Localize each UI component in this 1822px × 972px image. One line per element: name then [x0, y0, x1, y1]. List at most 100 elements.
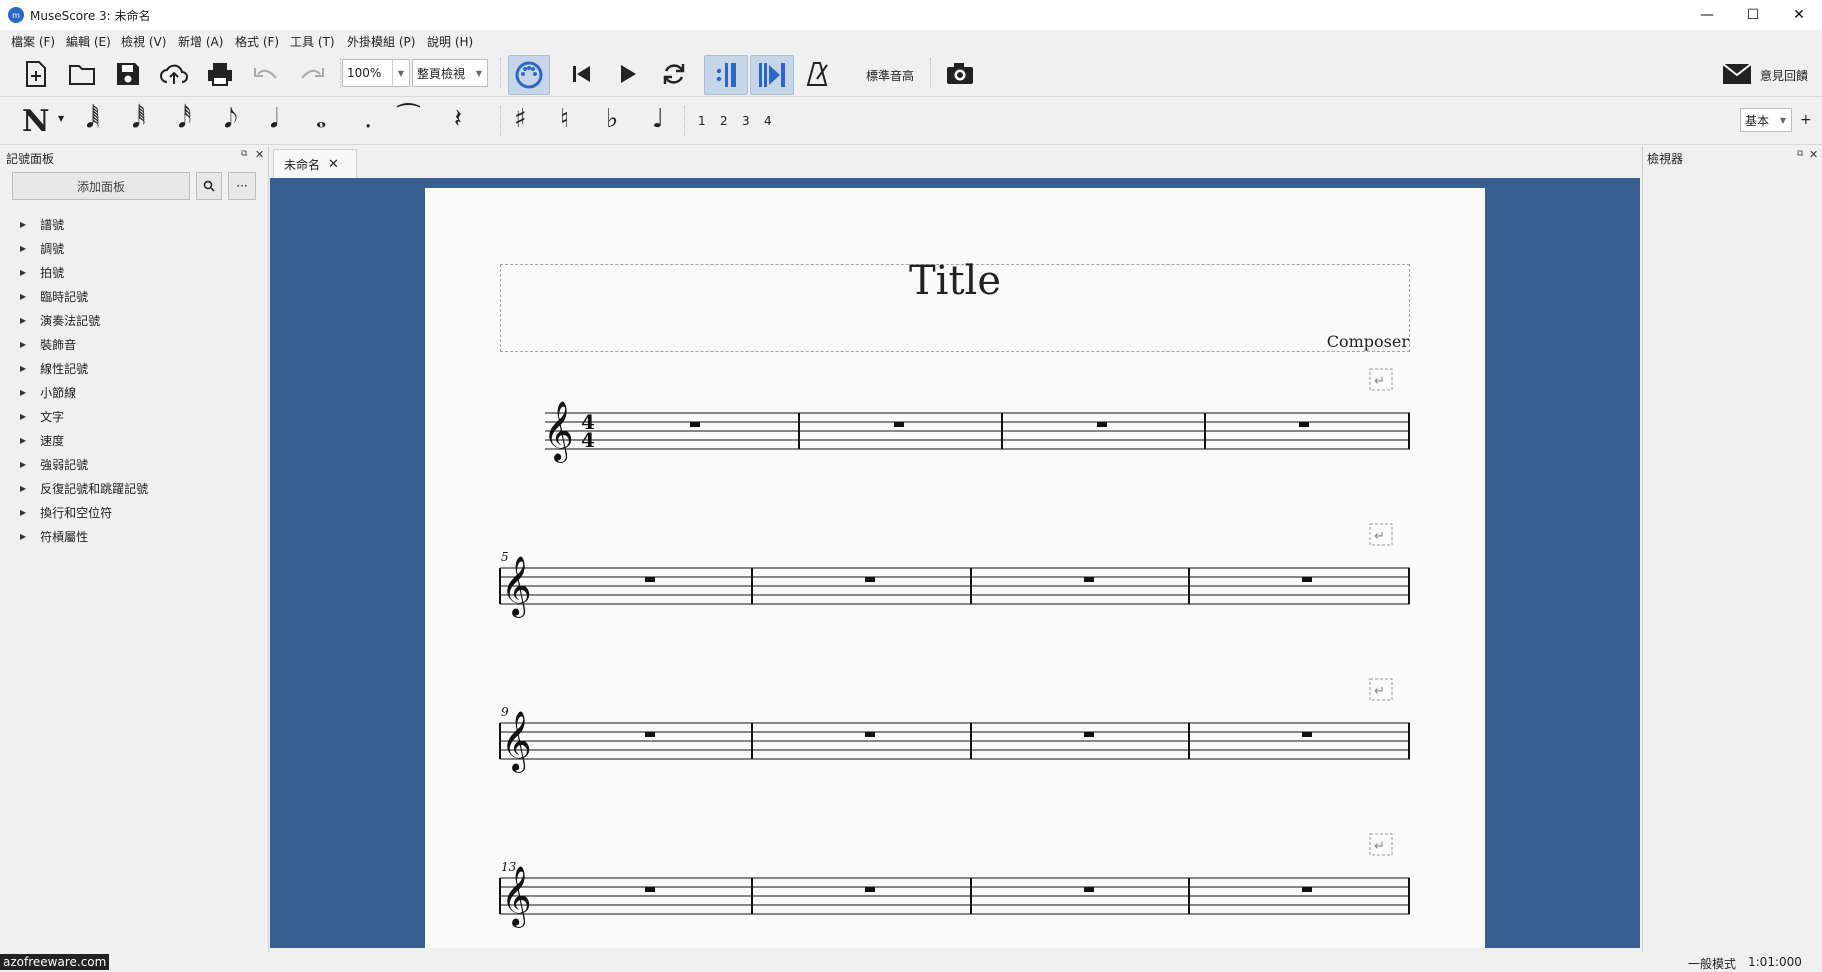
- palette-item[interactable]: ▶ 臨時記號: [20, 286, 88, 306]
- rest-icon[interactable]: 𝄽: [454, 104, 462, 135]
- staff-system-3[interactable]: 9 𝄞 ↵: [499, 678, 1410, 773]
- sharp-icon[interactable]: ♯: [514, 104, 527, 134]
- play-repeats-icon[interactable]: [704, 55, 748, 95]
- status-mode: 一般模式: [1688, 957, 1737, 971]
- score-tab-label: 未命名: [284, 157, 321, 172]
- cloud-upload-icon[interactable]: [156, 56, 192, 92]
- maximize-button[interactable]: ☐: [1730, 0, 1776, 30]
- minimize-button[interactable]: —: [1684, 0, 1730, 30]
- palette-item-label: 文字: [40, 409, 65, 424]
- palette-more-button[interactable]: ···: [228, 172, 256, 200]
- voice-1-button[interactable]: 1: [698, 114, 706, 128]
- play-icon[interactable]: [610, 56, 646, 92]
- whole-note-icon[interactable]: 𝅝: [316, 104, 326, 135]
- print-icon[interactable]: [202, 56, 238, 92]
- quarter-note-icon[interactable]: 𝅘𝅥: [270, 104, 278, 135]
- score-staves: 𝄞 4 4 ↵ 5 𝄞 ↵ 9 𝄞 ↵ 13 𝄞 ↵: [499, 368, 1410, 928]
- redo-icon[interactable]: [294, 56, 330, 92]
- envelope-icon[interactable]: [1722, 63, 1752, 88]
- expand-arrow-icon: ▶: [20, 435, 27, 445]
- loop-icon[interactable]: [656, 56, 692, 92]
- palette-item[interactable]: ▶ 演奏法記號: [20, 310, 100, 330]
- menu-file[interactable]: 檔案 (F): [11, 33, 55, 50]
- camera-icon[interactable]: [942, 56, 978, 92]
- palette-item[interactable]: ▶ 拍號: [20, 262, 64, 282]
- voice-3-button[interactable]: 3: [742, 114, 750, 128]
- natural-icon[interactable]: ♮: [560, 104, 569, 134]
- score-canvas[interactable]: Title Composer 𝄞 4 4 ↵ 5 𝄞 ↵ 9 𝄞 ↵ 13 𝄞 …: [270, 178, 1640, 948]
- open-folder-icon[interactable]: [64, 56, 100, 92]
- menu-add[interactable]: 新增 (A): [178, 33, 223, 50]
- palette-item-label: 臨時記號: [40, 289, 89, 304]
- status-position: 1:01:000: [1748, 955, 1802, 969]
- augmentation-dot-icon[interactable]: .: [364, 104, 372, 134]
- 16th-note-icon[interactable]: 𝅘𝅥𝅰: [178, 104, 191, 135]
- palette-item[interactable]: ▶ 文字: [20, 406, 64, 426]
- close-window-button[interactable]: ✕: [1776, 0, 1822, 30]
- voice-2-button[interactable]: 2: [720, 114, 728, 128]
- 32nd-note-icon[interactable]: 𝅘𝅥𝅱: [132, 104, 146, 135]
- toolbar-separator: [684, 106, 686, 136]
- float-icon[interactable]: ⧉: [241, 149, 247, 159]
- metronome-icon[interactable]: [800, 56, 836, 92]
- menu-help[interactable]: 說明 (H): [427, 33, 473, 50]
- expand-arrow-icon: ▶: [20, 531, 27, 541]
- menu-view[interactable]: 檢視 (V): [121, 33, 166, 50]
- palette-item-label: 換行和空位符: [40, 505, 113, 520]
- palette-item[interactable]: ▶ 速度: [20, 430, 64, 450]
- flat-icon[interactable]: ♭: [606, 104, 618, 134]
- staff-system-2[interactable]: 5 𝄞 ↵: [499, 523, 1410, 618]
- menu-format[interactable]: 格式 (F): [235, 33, 279, 50]
- view-mode-select[interactable]: 整頁檢視 ▼: [412, 59, 488, 87]
- expand-arrow-icon: ▶: [20, 267, 27, 277]
- treble-clef-icon: 𝄞: [543, 401, 574, 463]
- undo-icon[interactable]: [248, 56, 284, 92]
- rewind-icon[interactable]: [564, 56, 600, 92]
- feedback-button[interactable]: 意見回饋: [1760, 67, 1808, 84]
- palette-item-label: 小節線: [40, 385, 77, 400]
- toolbar-separator: [500, 58, 502, 88]
- zoom-select[interactable]: 100% ▼: [342, 59, 410, 87]
- close-icon[interactable]: ✕: [1809, 148, 1818, 161]
- search-icon[interactable]: [196, 172, 222, 200]
- palette-item[interactable]: ▶ 譜號: [20, 214, 64, 234]
- menu-edit[interactable]: 編輯 (E): [66, 33, 111, 50]
- eighth-note-icon[interactable]: 𝅘𝅥𝅮: [224, 104, 238, 135]
- palette-item[interactable]: ▶ 強弱記號: [20, 454, 88, 474]
- menu-plugins[interactable]: 外掛模組 (P): [347, 33, 415, 50]
- staff-system-4[interactable]: 13 𝄞 ↵: [499, 833, 1410, 928]
- menu-tools[interactable]: 工具 (T): [290, 33, 335, 50]
- palette-item[interactable]: ▶ 符槓屬性: [20, 526, 88, 546]
- score-tab-bar: 未命名 ✕: [270, 146, 1640, 178]
- palette-item[interactable]: ▶ 裝飾音: [20, 334, 76, 354]
- staff-system-1[interactable]: 𝄞 4 4 ↵: [543, 368, 1410, 463]
- tie-icon[interactable]: ⁀: [398, 104, 419, 134]
- pan-score-icon[interactable]: [750, 55, 794, 95]
- add-workspace-button[interactable]: +: [1800, 112, 1812, 128]
- voice-4-button[interactable]: 4: [764, 114, 772, 128]
- expand-arrow-icon: ▶: [20, 507, 27, 517]
- palette-panel: 記號面板 ⧉ ✕ 添加面板 ··· ▶ 譜號 ▶ 調號 ▶ 拍號 ▶ 臨時記號 ▶ 演奏法…: [0, 146, 269, 952]
- new-file-icon[interactable]: [18, 56, 54, 92]
- concert-pitch-button[interactable]: 標準音高: [866, 67, 914, 84]
- save-icon[interactable]: [110, 56, 146, 92]
- score-page[interactable]: Title Composer 𝄞 4 4 ↵ 5 𝄞 ↵ 9 𝄞 ↵ 13 𝄞 …: [425, 188, 1485, 948]
- score-tab[interactable]: 未命名 ✕: [273, 149, 357, 178]
- flip-direction-icon[interactable]: ♩: [652, 104, 664, 134]
- workspace-select[interactable]: 基本 ▼: [1740, 108, 1792, 132]
- midi-input-icon[interactable]: [508, 55, 550, 95]
- close-icon[interactable]: ✕: [255, 148, 264, 161]
- palette-item[interactable]: ▶ 換行和空位符: [20, 502, 112, 522]
- 64th-note-icon[interactable]: 𝅘𝅥𝅲: [86, 104, 100, 135]
- add-palette-button[interactable]: 添加面板: [12, 172, 190, 200]
- chevron-down-icon: ▼: [392, 60, 409, 86]
- close-tab-icon[interactable]: ✕: [328, 157, 339, 172]
- palette-item[interactable]: ▶ 反復記號和跳躍記號: [20, 478, 148, 498]
- palette-item[interactable]: ▶ 小節線: [20, 382, 76, 402]
- chevron-down-icon[interactable]: ▼: [58, 114, 64, 123]
- expand-arrow-icon: ▶: [20, 483, 27, 493]
- float-icon[interactable]: ⧉: [1797, 149, 1803, 159]
- palette-item[interactable]: ▶ 線性記號: [20, 358, 88, 378]
- note-input-mode-icon[interactable]: N: [22, 104, 49, 139]
- palette-item[interactable]: ▶ 調號: [20, 238, 64, 258]
